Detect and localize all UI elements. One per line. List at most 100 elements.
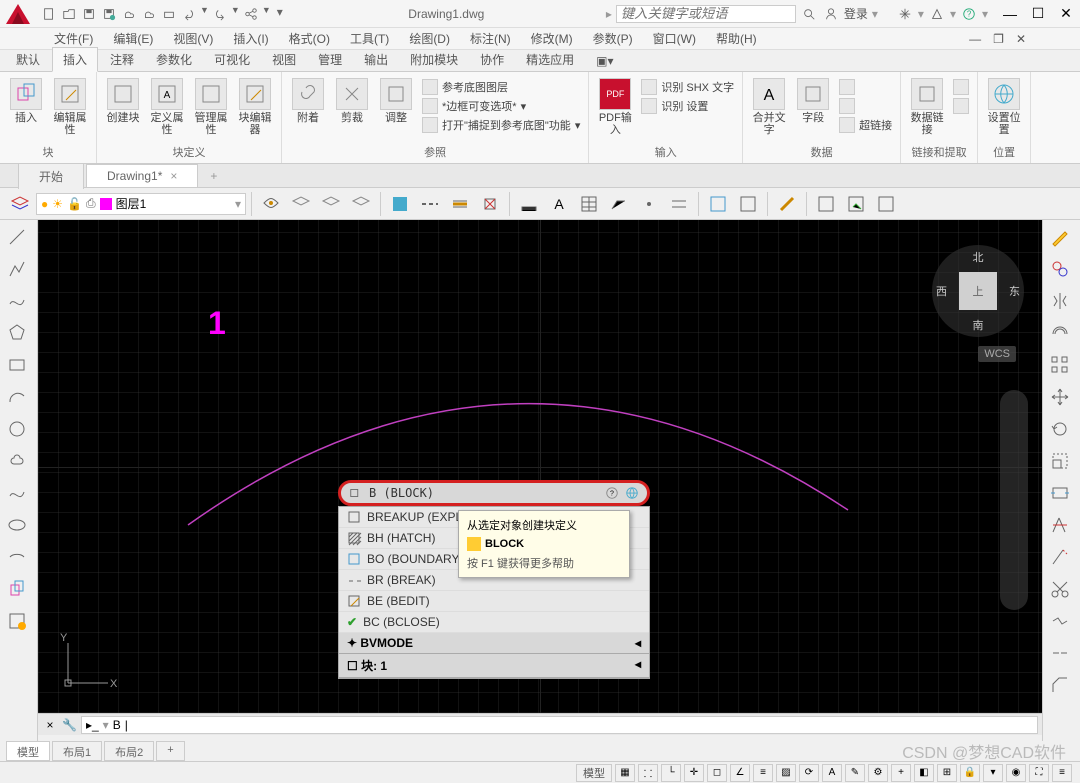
move-tool[interactable] (1045, 382, 1075, 412)
close-button[interactable]: ✕ (1056, 4, 1076, 24)
menu-insert[interactable]: 插入(I) (229, 28, 272, 49)
layer-props-icon[interactable] (6, 190, 34, 218)
linetype-icon[interactable] (416, 190, 444, 218)
ac-section[interactable]: ☐ 块: 1◂ (339, 654, 649, 678)
line-tool[interactable] (2, 222, 32, 252)
nav-bar[interactable] (1000, 390, 1028, 610)
stretch-tool[interactable] (1045, 478, 1075, 508)
ascale-toggle[interactable]: ✎ (845, 764, 865, 782)
copy-tool[interactable] (1045, 254, 1075, 284)
update-button[interactable] (951, 97, 971, 115)
iso-toggle[interactable]: ▾ (983, 764, 1003, 782)
exchange-icon[interactable] (896, 5, 914, 23)
redo-icon[interactable] (211, 5, 229, 23)
cloud-save-icon[interactable] (140, 5, 158, 23)
table-style-icon[interactable] (575, 190, 603, 218)
menu-tools[interactable]: 工具(T) (346, 28, 393, 49)
tab-featured[interactable]: 精选应用 (516, 48, 584, 71)
ortho-toggle[interactable]: └ (661, 764, 681, 782)
annoscale-toggle[interactable]: A (822, 764, 842, 782)
palette1-icon[interactable] (812, 190, 840, 218)
ws-toggle[interactable]: ⚙ (868, 764, 888, 782)
menu-window[interactable]: 窗口(W) (649, 28, 700, 49)
brush-icon[interactable] (773, 190, 801, 218)
undo-icon[interactable] (180, 5, 198, 23)
lwt-toggle[interactable]: ≡ (753, 764, 773, 782)
block-insert-tool[interactable] (2, 574, 32, 604)
dropdown-icon[interactable]: ▼ (262, 5, 271, 23)
circle-tool[interactable] (2, 414, 32, 444)
monitor-toggle[interactable]: + (891, 764, 911, 782)
recognize-settings-button[interactable]: 识别 设置 (639, 97, 736, 115)
layout-tab-1[interactable]: 布局1 (52, 741, 102, 761)
field-button[interactable]: 字段 (793, 78, 833, 124)
cycling-toggle[interactable]: ⟳ (799, 764, 819, 782)
cloud-open-icon[interactable] (120, 5, 138, 23)
clean-toggle[interactable]: ⛶ (1029, 764, 1049, 782)
otrack-toggle[interactable]: ∠ (730, 764, 750, 782)
drawing-canvas[interactable]: 1 上 北 东 南 西 WCS Y X (38, 220, 1042, 713)
set-location-button[interactable]: 设置位置 (984, 78, 1024, 136)
erase-icon[interactable] (476, 190, 504, 218)
transparency-toggle[interactable]: ▨ (776, 764, 796, 782)
ellipse-tool[interactable] (2, 510, 32, 540)
dropdown-icon[interactable]: ▼ (231, 5, 240, 23)
insert-block-button[interactable]: 插入 (6, 78, 46, 124)
menu-file[interactable]: 文件(F) (50, 28, 97, 49)
new-icon[interactable] (40, 5, 58, 23)
extract-button[interactable] (951, 78, 971, 96)
snap-toggle[interactable]: ⸬ (638, 764, 658, 782)
share-icon[interactable] (242, 5, 260, 23)
status-model[interactable]: 模型 (576, 764, 612, 782)
maximize-button[interactable]: ☐ (1028, 4, 1048, 24)
filter-button[interactable] (837, 97, 894, 115)
pdf-import-button[interactable]: PDFPDF输入 (595, 78, 635, 136)
open-icon[interactable] (60, 5, 78, 23)
rectangle-tool[interactable] (2, 350, 32, 380)
arc-tool[interactable] (2, 382, 32, 412)
tab-insert[interactable]: 插入 (52, 47, 98, 72)
minimize-button[interactable]: — (1000, 4, 1020, 24)
customize-toggle[interactable]: ≡ (1052, 764, 1072, 782)
extend-tool[interactable] (1045, 542, 1075, 572)
ac-item[interactable]: BE (BEDIT) (339, 591, 649, 612)
mirror-tool[interactable] (1045, 286, 1075, 316)
tab-expand[interactable]: ▣▾ (586, 51, 623, 71)
ac-item[interactable]: ✔BC (BCLOSE) (339, 612, 649, 633)
chamfer-tool[interactable] (1045, 670, 1075, 700)
command-input[interactable]: ▸_ ▾ B| (81, 716, 1038, 734)
color-icon[interactable] (386, 190, 414, 218)
login-label[interactable]: 登录 (844, 5, 868, 22)
mdi-restore[interactable]: ❐ (989, 30, 1008, 48)
add-tab-button[interactable]: + (200, 165, 227, 187)
break-tool[interactable] (1045, 606, 1075, 636)
qat-more[interactable]: ▾ (273, 5, 287, 23)
menu-edit[interactable]: 编辑(E) (109, 28, 157, 49)
autodesk-icon[interactable] (928, 5, 946, 23)
lockui-toggle[interactable]: 🔒 (960, 764, 980, 782)
globe-icon[interactable] (625, 486, 639, 500)
qp-toggle[interactable]: ⊞ (937, 764, 957, 782)
user-icon[interactable] (822, 5, 840, 23)
block-editor-button[interactable]: 块编辑器 (235, 78, 275, 136)
tab-parametric[interactable]: 参数化 (146, 48, 202, 71)
plot-icon[interactable] (160, 5, 178, 23)
osnap-toggle[interactable]: ◻ (707, 764, 727, 782)
attach-button[interactable]: 附着 (288, 78, 328, 124)
wcs-badge[interactable]: WCS (978, 346, 1016, 362)
tab-collab[interactable]: 协作 (470, 48, 514, 71)
define-attr-button[interactable]: A定义属性 (147, 78, 187, 136)
menu-modify[interactable]: 修改(M) (527, 28, 577, 49)
snap-underlay-button[interactable]: 打开"捕捉到参考底图"功能 ▾ (420, 116, 582, 134)
menu-dim[interactable]: 标注(N) (466, 28, 515, 49)
wrench-icon[interactable]: 🔧 (62, 718, 77, 732)
ole-button[interactable] (837, 78, 894, 96)
hyperlink-button[interactable]: 超链接 (837, 116, 894, 134)
join-tool[interactable] (1045, 638, 1075, 668)
menu-draw[interactable]: 绘图(D) (405, 28, 454, 49)
scissors-tool[interactable] (1045, 574, 1075, 604)
tab-view[interactable]: 视图 (262, 48, 306, 71)
menu-view[interactable]: 视图(V) (169, 28, 217, 49)
search-icon[interactable] (800, 5, 818, 23)
scale-tool[interactable] (1045, 446, 1075, 476)
